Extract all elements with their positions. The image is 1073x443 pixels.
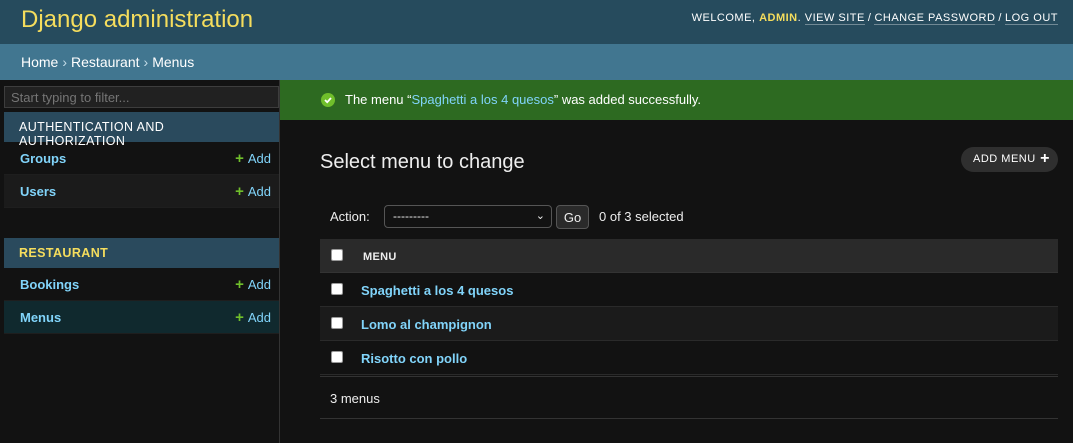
view-site-link[interactable]: View site	[804, 12, 865, 25]
row-checkbox[interactable]	[331, 317, 343, 329]
add-label: Add	[247, 151, 271, 166]
model-link-groups[interactable]: Groups	[20, 151, 66, 166]
module-caption-auth[interactable]: Authentication and Authorization	[4, 112, 279, 148]
action-select[interactable]: --------- ⌄	[384, 205, 552, 228]
row-checkbox[interactable]	[331, 351, 343, 363]
add-label: Add	[247, 184, 271, 199]
plus-icon: +	[1040, 150, 1050, 167]
table-header: Menu	[320, 239, 1058, 273]
add-label: Add	[247, 277, 271, 292]
success-message: The menu “Spaghetti a los 4 quesos” was …	[280, 80, 1073, 120]
row-link[interactable]: Spaghetti a los 4 quesos	[361, 283, 513, 298]
add-menu-button[interactable]: Add menu +	[961, 147, 1058, 172]
add-label: Add	[247, 310, 271, 325]
separator: /	[998, 12, 1002, 24]
breadcrumb-separator: ›	[143, 54, 149, 70]
module-caption-restaurant[interactable]: Restaurant	[4, 238, 279, 268]
add-bookings-link[interactable]: + Add	[235, 276, 271, 293]
action-label: Action:	[330, 209, 370, 224]
sidebar: Authentication and Authorization Groups …	[0, 80, 280, 443]
message-suffix: ” was added successfully.	[553, 92, 702, 107]
plus-icon: +	[235, 150, 244, 167]
column-header-menu[interactable]: Menu	[363, 251, 397, 263]
plus-icon: +	[235, 276, 244, 293]
row-checkbox[interactable]	[331, 283, 343, 295]
welcome-text: Welcome,	[691, 12, 756, 24]
sidebar-item-groups: Groups + Add	[4, 142, 279, 175]
breadcrumb-current: Menus	[152, 54, 195, 70]
sidebar-item-bookings: Bookings + Add	[4, 268, 279, 301]
row-link[interactable]: Risotto con pollo	[361, 351, 467, 366]
add-users-link[interactable]: + Add	[235, 183, 271, 200]
change-password-link[interactable]: Change password	[874, 12, 996, 25]
log-out-link[interactable]: Log out	[1004, 12, 1058, 25]
plus-icon: +	[235, 309, 244, 326]
table-row: Lomo al champignon	[320, 307, 1058, 341]
message-text: The menu “Spaghetti a los 4 quesos” was …	[345, 92, 701, 107]
selected-count: 0 of 3 selected	[599, 209, 684, 224]
breadcrumb: Home › Restaurant › Menus	[0, 44, 1073, 80]
breadcrumb-home[interactable]: Home	[21, 54, 58, 70]
add-menus-link[interactable]: + Add	[235, 309, 271, 326]
nav-filter-input[interactable]	[4, 86, 279, 108]
row-link[interactable]: Lomo al champignon	[361, 317, 492, 332]
plus-icon: +	[235, 183, 244, 200]
model-link-bookings[interactable]: Bookings	[20, 277, 79, 292]
user-tools: Welcome, admin. View site / Change passwor…	[691, 12, 1058, 25]
chevron-down-icon: ⌄	[535, 210, 545, 222]
breadcrumb-separator: ›	[62, 54, 68, 70]
page-title: Select menu to change	[320, 151, 525, 173]
action-select-value: ---------	[393, 209, 429, 223]
username: admin	[759, 12, 798, 24]
add-menu-label: Add menu	[973, 153, 1036, 165]
table-row: Risotto con pollo	[320, 341, 1058, 375]
add-groups-link[interactable]: + Add	[235, 150, 271, 167]
model-link-menus[interactable]: Menus	[20, 310, 61, 325]
sidebar-item-users: Users + Add	[4, 175, 279, 208]
breadcrumb-restaurant[interactable]: Restaurant	[71, 54, 139, 70]
actions-bar: Action: --------- ⌄ Go 0 of 3 selected	[320, 201, 1058, 233]
site-title[interactable]: Django administration	[21, 6, 253, 34]
paginator: 3 menus	[320, 376, 1058, 419]
model-link-users[interactable]: Users	[20, 184, 56, 199]
message-object-link[interactable]: Spaghetti a los 4 quesos	[411, 92, 553, 107]
go-button[interactable]: Go	[556, 205, 589, 229]
header: Django administration Welcome, admin. Vi…	[0, 0, 1073, 44]
select-all-checkbox[interactable]	[331, 249, 343, 261]
separator: /	[867, 12, 872, 24]
paginator-count: 3 menus	[330, 391, 380, 406]
check-circle-icon	[321, 93, 335, 107]
result-table: Menu Spaghetti a los 4 quesos Lomo al ch…	[320, 239, 1058, 375]
message-prefix: The menu “	[345, 92, 412, 107]
table-row: Spaghetti a los 4 quesos	[320, 273, 1058, 307]
sidebar-item-menus: Menus + Add	[4, 301, 279, 334]
